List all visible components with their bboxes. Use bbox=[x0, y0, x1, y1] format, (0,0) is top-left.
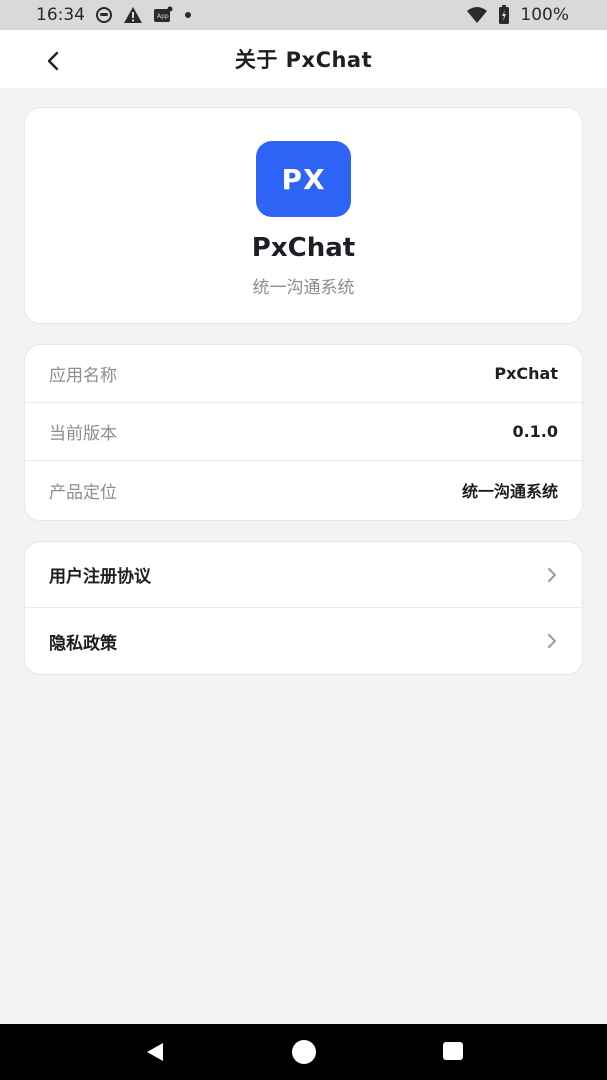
link-label: 隐私政策 bbox=[49, 633, 117, 654]
info-value: 0.1.0 bbox=[512, 422, 558, 441]
system-navigation-bar bbox=[0, 1024, 607, 1080]
info-label: 应用名称 bbox=[49, 366, 117, 386]
status-left: 16:34 App bbox=[36, 5, 193, 25]
page-title: 关于 PxChat bbox=[234, 48, 373, 72]
link-label: 用户注册协议 bbox=[49, 567, 151, 587]
wifi-icon bbox=[466, 6, 488, 24]
info-label: 产品定位 bbox=[49, 482, 117, 503]
info-row-app-name: 应用名称 PxChat bbox=[25, 345, 582, 403]
home-circle-icon bbox=[291, 1040, 316, 1064]
warning-icon bbox=[123, 6, 143, 24]
privacy-policy-link[interactable]: 隐私政策 bbox=[25, 608, 582, 674]
app-name: PxChat bbox=[251, 233, 356, 263]
info-value: PxChat bbox=[494, 364, 558, 383]
system-home-button[interactable] bbox=[274, 1032, 334, 1072]
battery-percent: 100% bbox=[520, 5, 569, 25]
info-value: 统一沟通系统 bbox=[461, 482, 558, 501]
system-recents-button[interactable] bbox=[423, 1032, 483, 1072]
status-bar: 16:34 App 100% bbox=[0, 0, 607, 30]
svg-text:App: App bbox=[157, 13, 169, 20]
app-details-card: 应用名称 PxChat 当前版本 0.1.0 产品定位 统一沟通系统 bbox=[24, 344, 583, 521]
app-info-hero-card: PX PxChat 统一沟通系统 bbox=[24, 107, 583, 324]
chevron-right-icon bbox=[548, 634, 556, 648]
legal-links-card: 用户注册协议 隐私政策 bbox=[24, 541, 583, 675]
recents-square-icon bbox=[442, 1042, 463, 1060]
app-logo: PX bbox=[256, 141, 351, 217]
dot-icon bbox=[183, 10, 193, 20]
user-agreement-link[interactable]: 用户注册协议 bbox=[25, 542, 582, 608]
chevron-right-icon bbox=[548, 567, 556, 582]
info-label: 当前版本 bbox=[49, 424, 117, 444]
battery-icon bbox=[498, 5, 510, 25]
back-triangle-icon bbox=[146, 1043, 163, 1061]
chevron-left-icon bbox=[47, 51, 59, 71]
info-row-positioning: 产品定位 统一沟通系统 bbox=[25, 461, 582, 519]
back-button[interactable] bbox=[38, 46, 68, 76]
system-back-button[interactable] bbox=[125, 1032, 185, 1072]
face-icon bbox=[95, 6, 113, 24]
status-time: 16:34 bbox=[36, 5, 85, 25]
app-header: 关于 PxChat bbox=[0, 30, 607, 88]
app-icon: App bbox=[153, 6, 173, 24]
info-row-version: 当前版本 0.1.0 bbox=[25, 403, 582, 461]
status-right: 100% bbox=[466, 5, 569, 25]
app-tagline: 统一沟通系统 bbox=[252, 278, 355, 298]
